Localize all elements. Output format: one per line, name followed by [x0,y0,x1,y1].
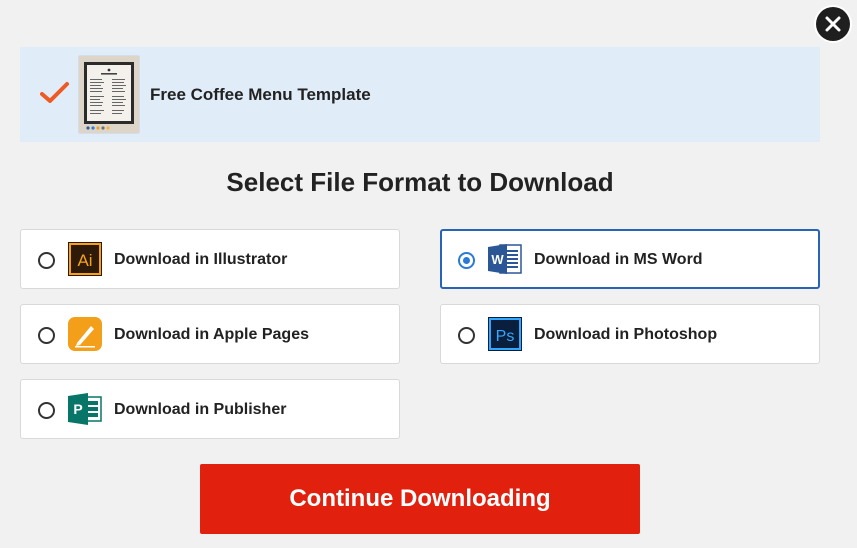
radio-button[interactable] [38,402,55,419]
option-label: Download in Apple Pages [114,326,309,343]
option-label: Download in Illustrator [114,251,288,268]
section-title: Select File Format to Download [226,167,614,197]
option-apple-pages[interactable]: Download in Apple Pages [20,304,400,364]
option-publisher[interactable]: P Download in Publisher [20,379,400,439]
radio-button[interactable] [38,327,55,344]
continue-downloading-button[interactable]: Continue Downloading [200,464,640,534]
option-illustrator[interactable]: Ai Download in Illustrator [20,229,400,289]
template-name: Free Coffee Menu Template [150,85,371,104]
illustrator-icon: Ai [68,242,102,276]
option-photoshop[interactable]: Ps Download in Photoshop [440,304,820,364]
apple-pages-icon [68,317,102,351]
option-label: Download in Publisher [114,401,287,418]
template-thumbnail [79,56,139,133]
radio-button[interactable] [458,327,475,344]
radio-selected-dot [463,257,470,264]
photoshop-icon: Ps [488,317,522,351]
svg-text:W: W [491,252,504,267]
svg-text:P: P [73,401,82,417]
option-label: Download in MS Word [534,251,703,268]
close-button[interactable] [816,7,850,41]
option-label: Download in Photoshop [534,326,718,343]
publisher-icon: P [68,392,102,426]
option-ms-word[interactable]: W Download in MS Word [440,229,820,289]
radio-button[interactable] [458,252,475,269]
svg-text:Ps: Ps [496,328,515,345]
ms-word-icon: W [488,242,522,276]
close-icon [825,16,841,32]
selected-template-banner: Free Coffee Menu Template [20,47,820,142]
radio-button[interactable] [38,252,55,269]
svg-text:Ai: Ai [77,251,92,270]
checkmark-icon [40,82,69,103]
